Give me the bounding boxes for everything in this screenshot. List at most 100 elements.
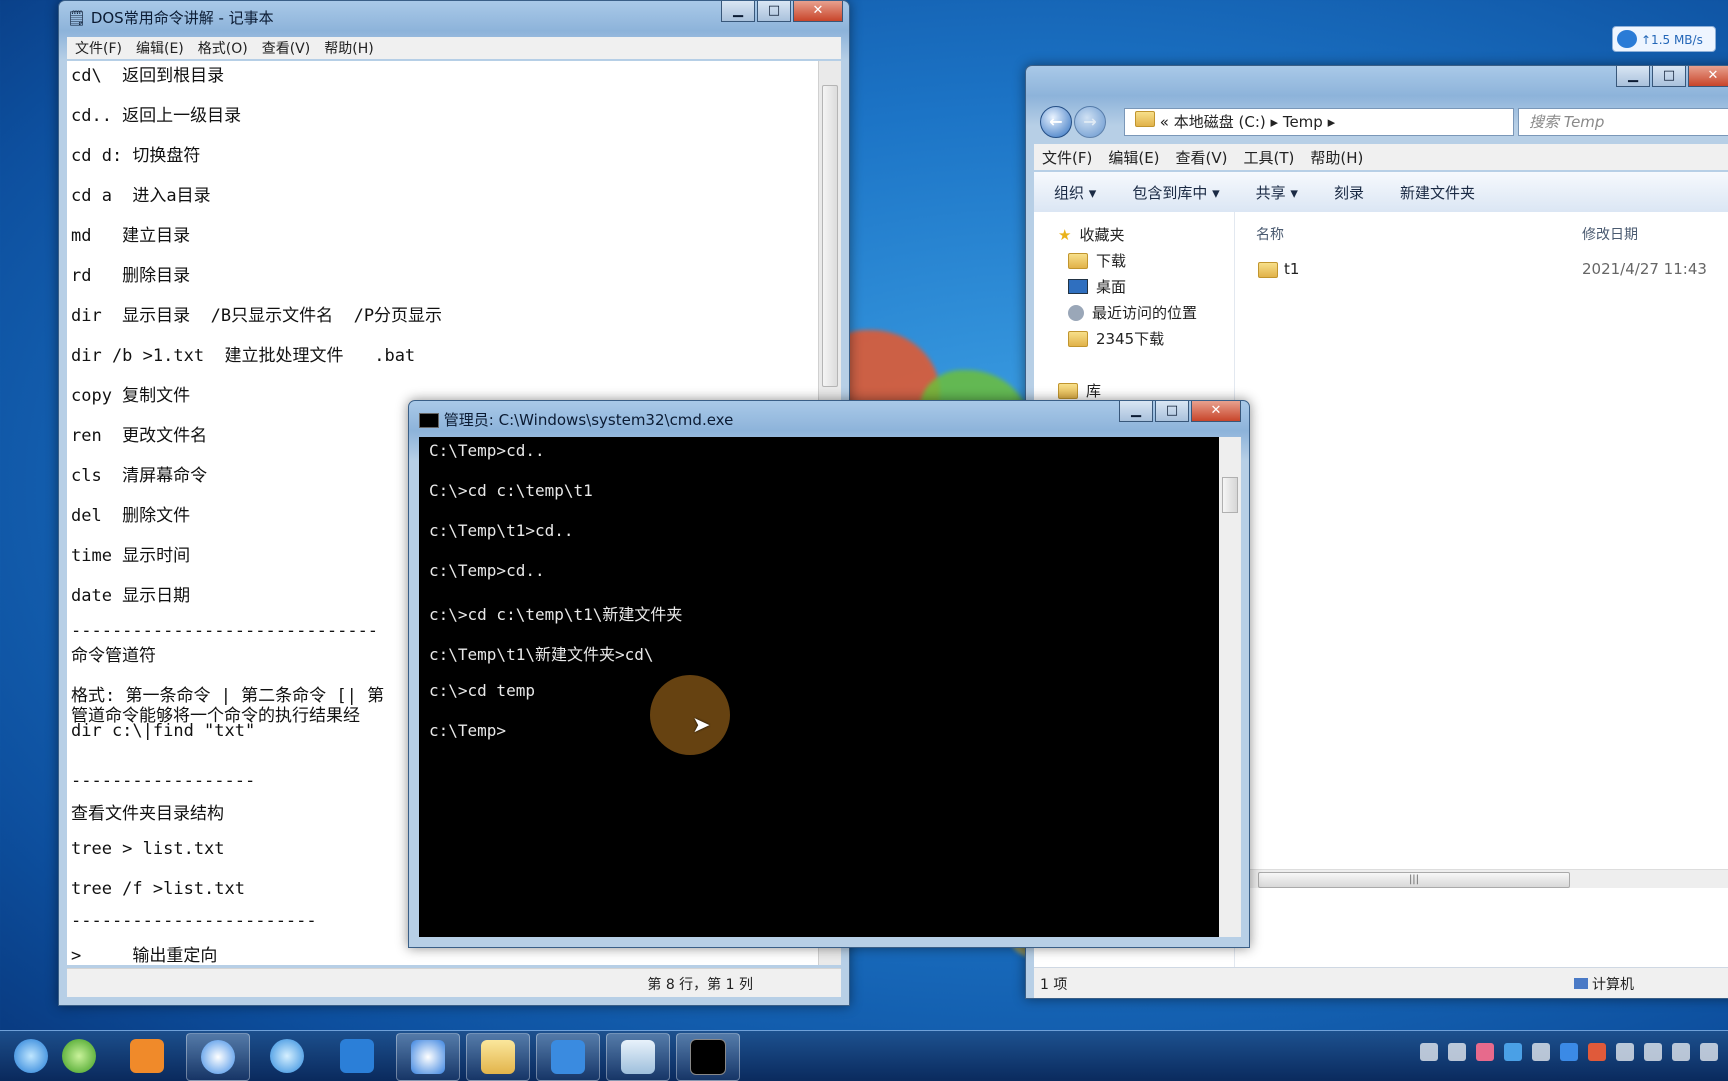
console-prompt: c:\Temp> <box>429 721 507 740</box>
explorer-navbar: ← → « 本地磁盘 (C:) ▸ Temp ▸ 搜索 Temp <box>1034 102 1728 142</box>
folder-icon <box>1135 111 1155 127</box>
text-line: tree /f >list.txt <box>71 879 245 899</box>
close-button[interactable]: ✕ <box>1688 66 1728 87</box>
taskbar-ie[interactable] <box>256 1033 318 1079</box>
file-name: t1 <box>1284 260 1300 278</box>
console-line: C:\>cd c:\temp\t1 <box>429 481 593 500</box>
item-count: 1 项 <box>1040 977 1068 993</box>
menu-tools[interactable]: 工具(T) <box>1244 147 1295 168</box>
vertical-scrollbar[interactable] <box>1219 437 1241 937</box>
column-name[interactable]: 名称 <box>1256 224 1284 244</box>
notepad-menubar: 文件(F) 编辑(E) 格式(O) 查看(V) 帮助(H) <box>67 37 841 59</box>
minimize-button[interactable]: ▁ <box>721 1 755 22</box>
browser-icon <box>62 1039 96 1073</box>
column-date-modified[interactable]: 修改日期 <box>1582 224 1638 244</box>
minimize-button[interactable]: ▁ <box>1616 66 1650 87</box>
tree-desktop[interactable]: 桌面 <box>1068 276 1126 297</box>
menu-edit[interactable]: 编辑(E) <box>1108 147 1159 168</box>
volume-icon[interactable] <box>1644 1043 1662 1061</box>
taskbar-editor[interactable] <box>326 1033 388 1079</box>
text-line: cd a 进入a目录 <box>71 186 211 206</box>
menu-edit[interactable]: 编辑(E) <box>136 38 184 58</box>
breadcrumb-drive[interactable]: 本地磁盘 (C:) <box>1174 113 1266 131</box>
taskbar-notepad[interactable] <box>606 1033 670 1081</box>
taskbar-explorer[interactable] <box>466 1033 530 1081</box>
tree-libraries[interactable]: 库 <box>1058 380 1101 401</box>
text-line: ------------------ <box>71 771 256 791</box>
folder-icon <box>1258 262 1278 278</box>
device-icon[interactable] <box>1616 1043 1634 1061</box>
app-tray-icon[interactable] <box>1532 1043 1550 1061</box>
taskbar-baidu[interactable] <box>396 1033 460 1081</box>
cmd-icon <box>419 413 439 428</box>
shield-icon[interactable] <box>1504 1043 1522 1061</box>
mouse-cursor-icon: ➤ <box>692 713 711 738</box>
tree-favorites[interactable]: ★ 收藏夹 <box>1058 224 1124 245</box>
menu-file[interactable]: 文件(F) <box>1042 147 1092 168</box>
taskbar-browser[interactable] <box>48 1033 110 1079</box>
network-icon[interactable] <box>1672 1043 1690 1061</box>
text-line: tree > list.txt <box>71 839 225 859</box>
signal-icon[interactable] <box>1700 1043 1718 1061</box>
scroll-thumb[interactable]: ||| <box>1258 872 1570 888</box>
tree-recent[interactable]: 最近访问的位置 <box>1068 302 1197 323</box>
tree-downloads[interactable]: 下载 <box>1068 250 1126 271</box>
organize-button[interactable]: 组织 ▾ <box>1054 182 1096 203</box>
breadcrumb-temp[interactable]: Temp <box>1283 113 1323 131</box>
cmd-window-controls: ▁ □ ✕ <box>1119 401 1241 422</box>
folder-icon <box>1068 252 1088 269</box>
console-line: c:\Temp\t1\新建文件夹>cd\ <box>429 645 654 664</box>
keyboard-icon[interactable] <box>1420 1043 1438 1061</box>
cloud-icon[interactable] <box>1448 1043 1466 1061</box>
maximize-button[interactable]: □ <box>1155 401 1189 422</box>
maximize-button[interactable]: □ <box>757 1 791 22</box>
edit-icon <box>340 1039 374 1073</box>
back-button[interactable]: ← <box>1040 106 1072 138</box>
share-button[interactable]: 共享 ▾ <box>1256 182 1298 203</box>
tree-2345-downloads[interactable]: 2345下载 <box>1068 328 1164 349</box>
horizontal-scrollbar[interactable]: ||| <box>1246 869 1728 888</box>
close-button[interactable]: ✕ <box>793 1 843 22</box>
taskbar-feather[interactable] <box>536 1033 600 1081</box>
menu-help[interactable]: 帮助(H) <box>324 38 373 58</box>
menu-help[interactable]: 帮助(H) <box>1310 147 1363 168</box>
text-line: cd d: 切换盘符 <box>71 146 201 166</box>
taskbar-app[interactable] <box>116 1033 178 1079</box>
net-speed-badge[interactable]: ↑1.5 MB/s <box>1612 26 1716 52</box>
menu-view[interactable]: 查看(V) <box>262 38 311 58</box>
new-folder-button[interactable]: 新建文件夹 <box>1400 182 1475 203</box>
text-line: rd 删除目录 <box>71 266 191 286</box>
include-library-button[interactable]: 包含到库中 ▾ <box>1132 182 1219 203</box>
computer-location: 计算机 <box>1574 974 1634 994</box>
taskbar-sogou[interactable] <box>186 1033 250 1081</box>
console-line: c:\Temp>cd.. <box>429 561 545 580</box>
security-icon[interactable] <box>1560 1043 1578 1061</box>
forward-button[interactable]: → <box>1074 106 1106 138</box>
file-row[interactable]: t1 2021/4/27 11:43 <box>1256 256 1728 284</box>
text-line: del 删除文件 <box>71 506 191 526</box>
flag-icon[interactable] <box>1588 1043 1606 1061</box>
ie-icon <box>14 1039 48 1073</box>
text-line: 查看文件夹目录结构 <box>71 804 224 824</box>
maximize-button[interactable]: □ <box>1652 66 1686 87</box>
text-line: 命令管道符 <box>71 646 156 666</box>
address-bar[interactable]: « 本地磁盘 (C:) ▸ Temp ▸ <box>1124 108 1514 136</box>
menu-file[interactable]: 文件(F) <box>75 38 122 58</box>
flower-icon[interactable] <box>1476 1043 1494 1061</box>
menu-view[interactable]: 查看(V) <box>1176 147 1228 168</box>
burn-button[interactable]: 刻录 <box>1334 182 1364 203</box>
menu-format[interactable]: 格式(O) <box>198 38 248 58</box>
app-icon <box>130 1039 164 1073</box>
notepad-icon: 🗒 <box>67 9 87 27</box>
feather-icon <box>551 1040 585 1074</box>
scroll-thumb[interactable] <box>1222 477 1238 513</box>
sogou-icon <box>201 1040 235 1074</box>
minimize-button[interactable]: ▁ <box>1119 401 1153 422</box>
search-input[interactable]: 搜索 Temp <box>1518 108 1728 136</box>
cmd-window[interactable]: 管理员: C:\Windows\system32\cmd.exe ▁ □ ✕ C… <box>408 400 1250 948</box>
console-output[interactable]: C:\Temp>cd.. C:\>cd c:\temp\t1 c:\Temp\t… <box>419 437 1219 937</box>
close-button[interactable]: ✕ <box>1191 401 1241 422</box>
scroll-thumb[interactable] <box>822 85 838 387</box>
taskbar-cmd[interactable] <box>676 1033 740 1081</box>
explorer-statusbar: 1 项 计算机 <box>1034 967 1728 998</box>
